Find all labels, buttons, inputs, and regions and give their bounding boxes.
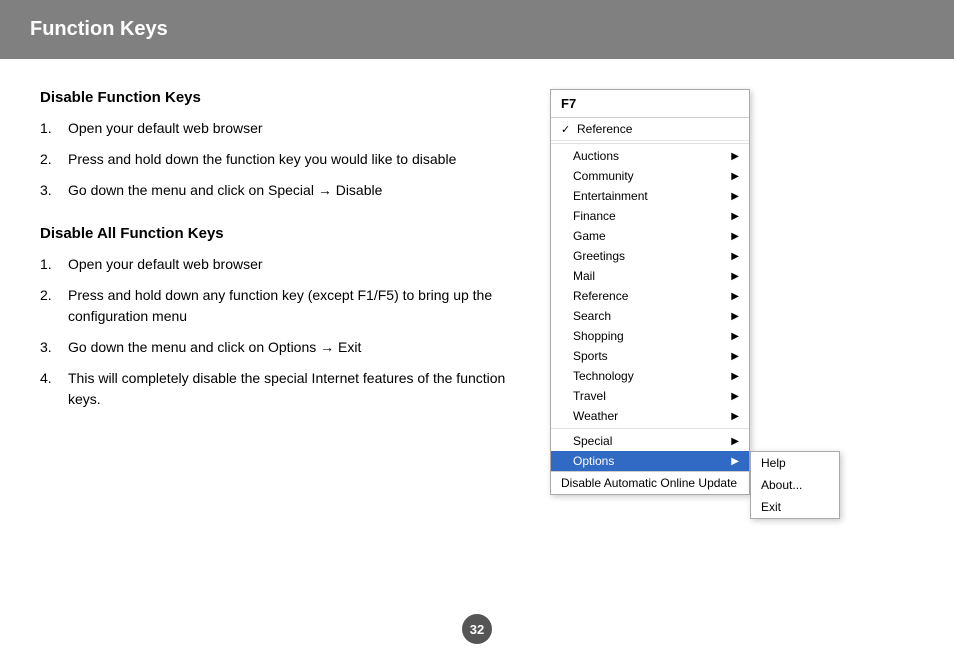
menu-item-entertainment[interactable]: Entertainment ▶ [551, 186, 749, 206]
menu-item-sports[interactable]: Sports ▶ [551, 346, 749, 366]
content-area: Disable Function Keys 1. Open your defau… [0, 89, 954, 495]
menu-container: F7 ✓ Reference Auctions ▶ Community ▶ En… [550, 89, 750, 495]
menu-item-special[interactable]: Special ▶ [551, 431, 749, 451]
section2-title: Disable All Function Keys [40, 225, 520, 242]
page-title: Function Keys [30, 18, 168, 40]
submenu-item-exit[interactable]: Exit [751, 496, 839, 518]
menu-item-label: Travel [573, 389, 606, 403]
menu-item-label: Greetings [573, 249, 625, 263]
menu-item-label: Shopping [573, 329, 624, 343]
page-header: Function Keys [0, 0, 954, 59]
submenu-arrow-icon: ▶ [731, 211, 739, 222]
menu-item-label: Reference [577, 122, 632, 136]
step-text: Go down the menu and click on Special → … [68, 180, 520, 201]
step-text: Press and hold down the function key you… [68, 149, 520, 170]
instructions-column: Disable Function Keys 1. Open your defau… [40, 89, 520, 495]
submenu-item-label: Exit [761, 500, 781, 514]
context-menu: F7 ✓ Reference Auctions ▶ Community ▶ En… [550, 89, 750, 495]
submenu-arrow-icon: ▶ [731, 171, 739, 182]
submenu-arrow-icon: ▶ [731, 191, 739, 202]
menu-item-label: Technology [573, 369, 634, 383]
submenu-arrow-icon: ▶ [731, 311, 739, 322]
submenu-item-help[interactable]: Help [751, 452, 839, 474]
menu-item-disable-update[interactable]: Disable Automatic Online Update [551, 471, 749, 494]
step-text: Go down the menu and click on Options → … [68, 337, 520, 358]
menu-item-game[interactable]: Game ▶ [551, 226, 749, 246]
menu-item-label: Special [573, 434, 612, 448]
page-number: 32 [462, 614, 492, 644]
submenu-arrow-icon: ▶ [731, 271, 739, 282]
submenu-arrow-icon: ▶ [731, 231, 739, 242]
step-text: This will completely disable the special… [68, 368, 520, 410]
menu-item-label: Community [573, 169, 634, 183]
list-item: 2. Press and hold down the function key … [40, 149, 520, 170]
submenu-arrow-icon: ▶ [731, 331, 739, 342]
menu-item-reference[interactable]: Reference ▶ [551, 286, 749, 306]
menu-item-finance[interactable]: Finance ▶ [551, 206, 749, 226]
menu-checked-item[interactable]: ✓ Reference [551, 118, 749, 141]
list-item: 3. Go down the menu and click on Special… [40, 180, 520, 201]
step-text: Open your default web browser [68, 118, 520, 139]
menu-header: F7 [551, 90, 749, 118]
menu-item-label: Game [573, 229, 606, 243]
step-number: 3. [40, 180, 60, 201]
submenu-arrow-icon: ▶ [731, 251, 739, 262]
submenu-arrow-icon: ▶ [731, 456, 739, 467]
section1-title: Disable Function Keys [40, 89, 520, 106]
menu-item-label: Disable Automatic Online Update [561, 476, 737, 490]
menu-item-greetings[interactable]: Greetings ▶ [551, 246, 749, 266]
menu-item-travel[interactable]: Travel ▶ [551, 386, 749, 406]
submenu-arrow-icon: ▶ [731, 151, 739, 162]
menu-item-label: Options [573, 454, 614, 468]
step-number: 2. [40, 149, 60, 170]
submenu-arrow-icon: ▶ [731, 436, 739, 447]
submenu-arrow-icon: ▶ [731, 291, 739, 302]
menu-item-mail[interactable]: Mail ▶ [551, 266, 749, 286]
submenu-arrow-icon: ▶ [731, 391, 739, 402]
options-submenu: Help About... Exit [750, 451, 840, 519]
menu-item-label: Finance [573, 209, 616, 223]
menu-item-label: Auctions [573, 149, 619, 163]
step-number: 1. [40, 254, 60, 275]
menu-item-options[interactable]: Options ▶ [551, 451, 749, 471]
step-number: 1. [40, 118, 60, 139]
submenu-arrow-icon: ▶ [731, 371, 739, 382]
step-text: Press and hold down any function key (ex… [68, 285, 520, 327]
submenu-arrow-icon: ▶ [731, 351, 739, 362]
menu-item-community[interactable]: Community ▶ [551, 166, 749, 186]
section1-steps: 1. Open your default web browser 2. Pres… [40, 118, 520, 201]
menu-item-label: Mail [573, 269, 595, 283]
list-item: 4. This will completely disable the spec… [40, 368, 520, 410]
section2-steps: 1. Open your default web browser 2. Pres… [40, 254, 520, 410]
step-number: 2. [40, 285, 60, 327]
menu-item-label: Search [573, 309, 611, 323]
step-text: Open your default web browser [68, 254, 520, 275]
menu-item-search[interactable]: Search ▶ [551, 306, 749, 326]
list-item: 2. Press and hold down any function key … [40, 285, 520, 327]
menu-item-label: Weather [573, 409, 618, 423]
menu-item-label: Entertainment [573, 189, 648, 203]
checkmark-icon: ✓ [561, 123, 573, 136]
menu-item-auctions[interactable]: Auctions ▶ [551, 146, 749, 166]
list-item: 1. Open your default web browser [40, 118, 520, 139]
options-wrapper: Options ▶ Help About... Exit [551, 451, 749, 471]
submenu-item-about[interactable]: About... [751, 474, 839, 496]
menu-item-label: Reference [573, 289, 628, 303]
list-item: 1. Open your default web browser [40, 254, 520, 275]
menu-item-weather[interactable]: Weather ▶ [551, 406, 749, 426]
submenu-arrow-icon: ▶ [731, 411, 739, 422]
list-item: 3. Go down the menu and click on Options… [40, 337, 520, 358]
step-number: 4. [40, 368, 60, 410]
menu-item-technology[interactable]: Technology ▶ [551, 366, 749, 386]
menu-divider [551, 143, 749, 144]
step-number: 3. [40, 337, 60, 358]
submenu-item-label: Help [761, 456, 786, 470]
menu-illustration: F7 ✓ Reference Auctions ▶ Community ▶ En… [550, 89, 750, 495]
menu-divider [551, 428, 749, 429]
menu-item-shopping[interactable]: Shopping ▶ [551, 326, 749, 346]
submenu-item-label: About... [761, 478, 802, 492]
menu-item-label: Sports [573, 349, 608, 363]
